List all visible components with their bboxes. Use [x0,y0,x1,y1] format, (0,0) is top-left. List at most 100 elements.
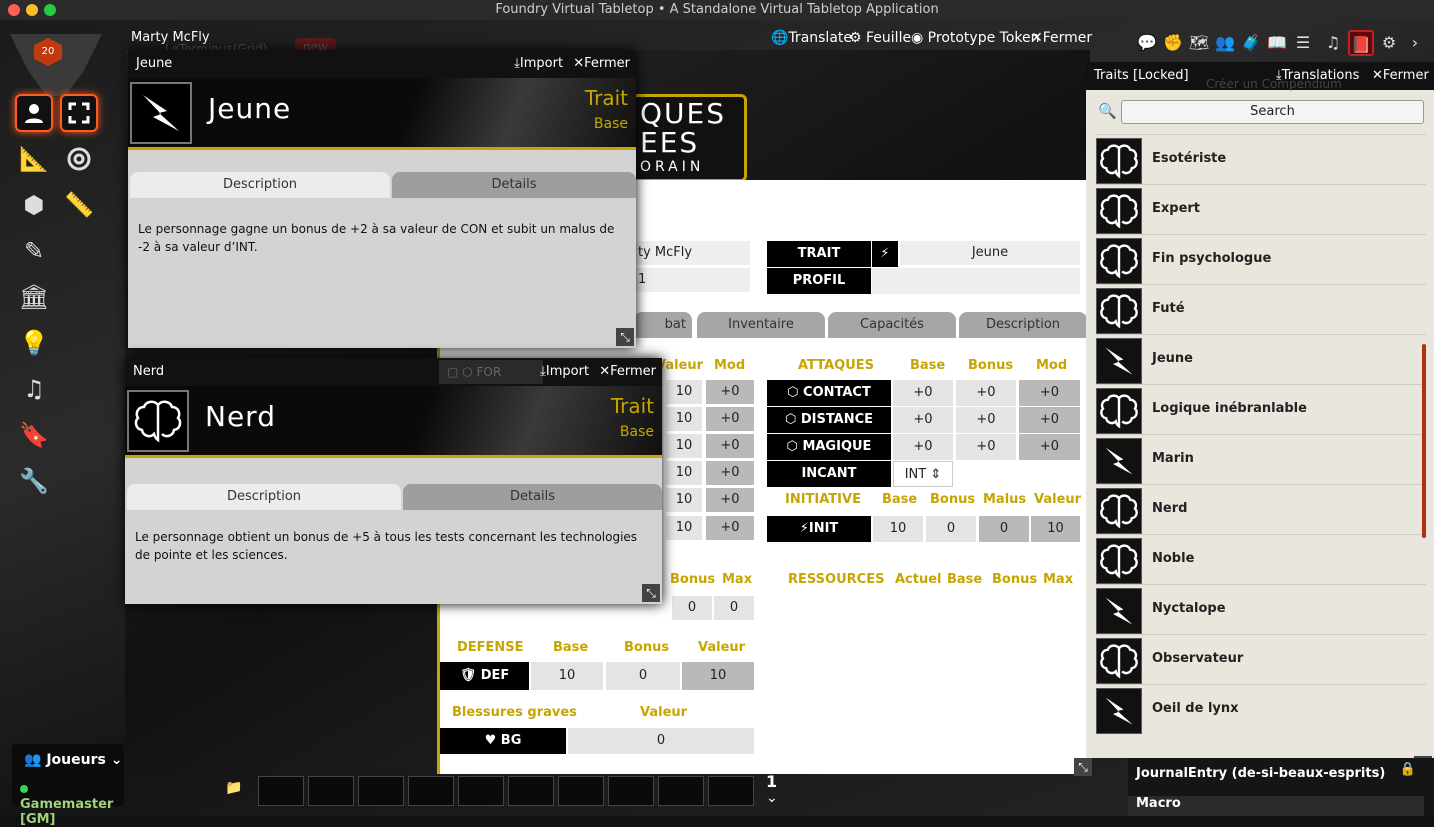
item-resize-handle[interactable]: ⤡ [642,584,660,602]
players-header[interactable]: 👥 Joueurs ⌄ [24,752,122,768]
import-button[interactable]: ⤓Import [514,56,563,71]
macro-slot[interactable] [308,776,354,806]
tab-description[interactable]: Description [130,172,390,198]
walls-controls-button[interactable]: 🏛 [15,278,53,316]
collapse-sidebar-icon[interactable]: › [1402,30,1428,56]
compendium-entry[interactable]: Fin psychologue [1096,234,1426,284]
item-resize-handle[interactable]: ⤡ [616,328,634,346]
chat-tab-icon[interactable]: 💬 [1134,30,1160,56]
stat-value[interactable]: 10 [666,434,702,458]
compendium-entry[interactable]: Logique inébranlable [1096,384,1426,434]
zoom-window-button[interactable] [44,4,56,16]
compendium-entry[interactable]: Jeune [1096,334,1426,384]
scrollbar-thumb[interactable] [1422,344,1426,538]
attack-contact-button[interactable]: ⬡ CONTACT [767,380,891,406]
attack-magique-button[interactable]: ⬡ MAGIQUE [767,434,891,460]
compendium-entry[interactable]: Expert [1096,184,1426,234]
attack-bonus[interactable]: +0 [956,434,1016,460]
import-button[interactable]: ⤓Import [540,364,589,379]
tab-inventaire[interactable]: Inventaire [697,312,825,338]
translate-button[interactable]: 🌐Translate [771,30,852,46]
close-item-button[interactable]: ✕Fermer [573,56,630,71]
sheet-resize-handle[interactable]: ⤡ [1074,758,1092,776]
init-base[interactable]: 10 [873,516,923,542]
res-max[interactable]: 0 [714,596,754,620]
attack-base[interactable]: +0 [893,434,953,460]
tab-details[interactable]: Details [403,484,662,510]
select-tool-button[interactable] [60,94,98,132]
macro-slot[interactable] [508,776,554,806]
macro-slot[interactable] [708,776,754,806]
compendium-entry[interactable]: Nyctalope [1096,584,1426,634]
res-bonus[interactable]: 0 [672,596,712,620]
macro-pack[interactable]: Macro [1128,796,1424,816]
macro-slot[interactable] [558,776,604,806]
journal-pack[interactable]: JournalEntry (de-si-beaux-esprits) [1136,766,1385,781]
compendium-tab-icon[interactable]: 📕 [1348,30,1374,56]
players-panel[interactable]: 👥 Joueurs ⌄ Gamemaster [GM] [12,744,124,827]
prototype-token-button[interactable]: ◉ Prototype Token [911,30,1040,46]
journal-tab-icon[interactable]: 📖 [1264,30,1290,56]
hotbar-page-chevrons-icon[interactable]: ⌄ [766,790,778,806]
actors-tab-icon[interactable]: 👥 [1212,30,1238,56]
compendium-entry[interactable]: Nerd [1096,484,1426,534]
item-name[interactable]: Jeune [208,92,291,125]
init-button[interactable]: ⚡INIT [767,516,871,542]
attack-base[interactable]: +0 [893,407,953,433]
stat-value[interactable]: 10 [666,488,702,512]
macro-slot[interactable] [408,776,454,806]
tab-capacites[interactable]: Capacités [828,312,956,338]
folder-icon[interactable]: 📁 [222,780,246,804]
macro-slot[interactable] [658,776,704,806]
scenes-tab-icon[interactable]: 🗺 [1186,30,1212,56]
item-description[interactable]: Le personnage obtient un bonus de +5 à t… [135,528,648,564]
target-button[interactable] [60,140,98,178]
compendium-entry[interactable]: Observateur [1096,634,1426,684]
tab-description[interactable]: Description [959,312,1087,338]
playlists-tab-icon[interactable]: ♫ [1320,30,1346,56]
compendium-entry[interactable]: Marin [1096,434,1426,484]
compendium-list[interactable]: Esotériste Expert Fin psychologue Futé Jeune… [1086,132,1434,758]
bg-value[interactable]: 0 [568,728,754,754]
macro-slot[interactable] [608,776,654,806]
token-controls-button[interactable] [15,94,53,132]
trait-value[interactable]: Jeune [900,241,1080,265]
ruler-button[interactable]: 📏 [60,186,98,224]
level-field[interactable]: 1 [634,268,750,292]
item-name[interactable]: Nerd [205,400,276,433]
drawing-controls-button[interactable]: ✎ [15,232,53,270]
tiles-controls-button[interactable]: ⬢ [15,186,53,224]
stat-value[interactable]: 10 [666,380,702,404]
sound-controls-button[interactable]: ♫ [15,370,53,408]
attack-bonus[interactable]: +0 [956,407,1016,433]
sheet-config-button[interactable]: ⚙ Feuille [849,30,911,46]
tab-details[interactable]: Details [392,172,636,198]
item-image[interactable] [130,82,192,144]
combat-tab-icon[interactable]: ✊ [1160,30,1186,56]
macro-slot[interactable] [358,776,404,806]
compendium-entry[interactable]: Futé [1096,284,1426,334]
notes-controls-button[interactable]: 🔖 [15,416,53,454]
items-tab-icon[interactable]: 🧳 [1238,30,1264,56]
attack-distance-button[interactable]: ⬡ DISTANCE [767,407,891,433]
stat-value[interactable]: 10 [666,516,702,540]
def-bonus[interactable]: 0 [606,662,680,690]
close-window-button[interactable] [8,4,20,16]
close-compendium-button[interactable]: ✕Fermer [1372,62,1429,90]
profil-value[interactable] [872,268,1080,294]
compendium-entry[interactable]: Esotériste [1096,134,1426,184]
close-sheet-button[interactable]: ✕Fermer [1031,30,1092,46]
compendium-entry[interactable]: Noble [1096,534,1426,584]
def-base[interactable]: 10 [531,662,603,690]
macro-slot[interactable] [458,776,504,806]
compendium-search-input[interactable]: Search [1121,100,1424,124]
compendium-entry[interactable]: Oeil de lynx [1096,684,1426,734]
item-description[interactable]: Le personnage gagne un bonus de +2 à sa … [138,220,622,256]
settings-controls-button[interactable]: 🔧 [15,462,53,500]
tab-description[interactable]: Description [127,484,401,510]
close-item-button[interactable]: ✕Fermer [599,364,656,379]
measure-controls-button[interactable]: 📐 [15,140,53,178]
macro-slot[interactable] [258,776,304,806]
translations-button[interactable]: ⤓Translations [1276,62,1359,90]
compendium-window[interactable]: Traits [Locked] Créer un Compendium ⤓Tra… [1086,62,1434,774]
